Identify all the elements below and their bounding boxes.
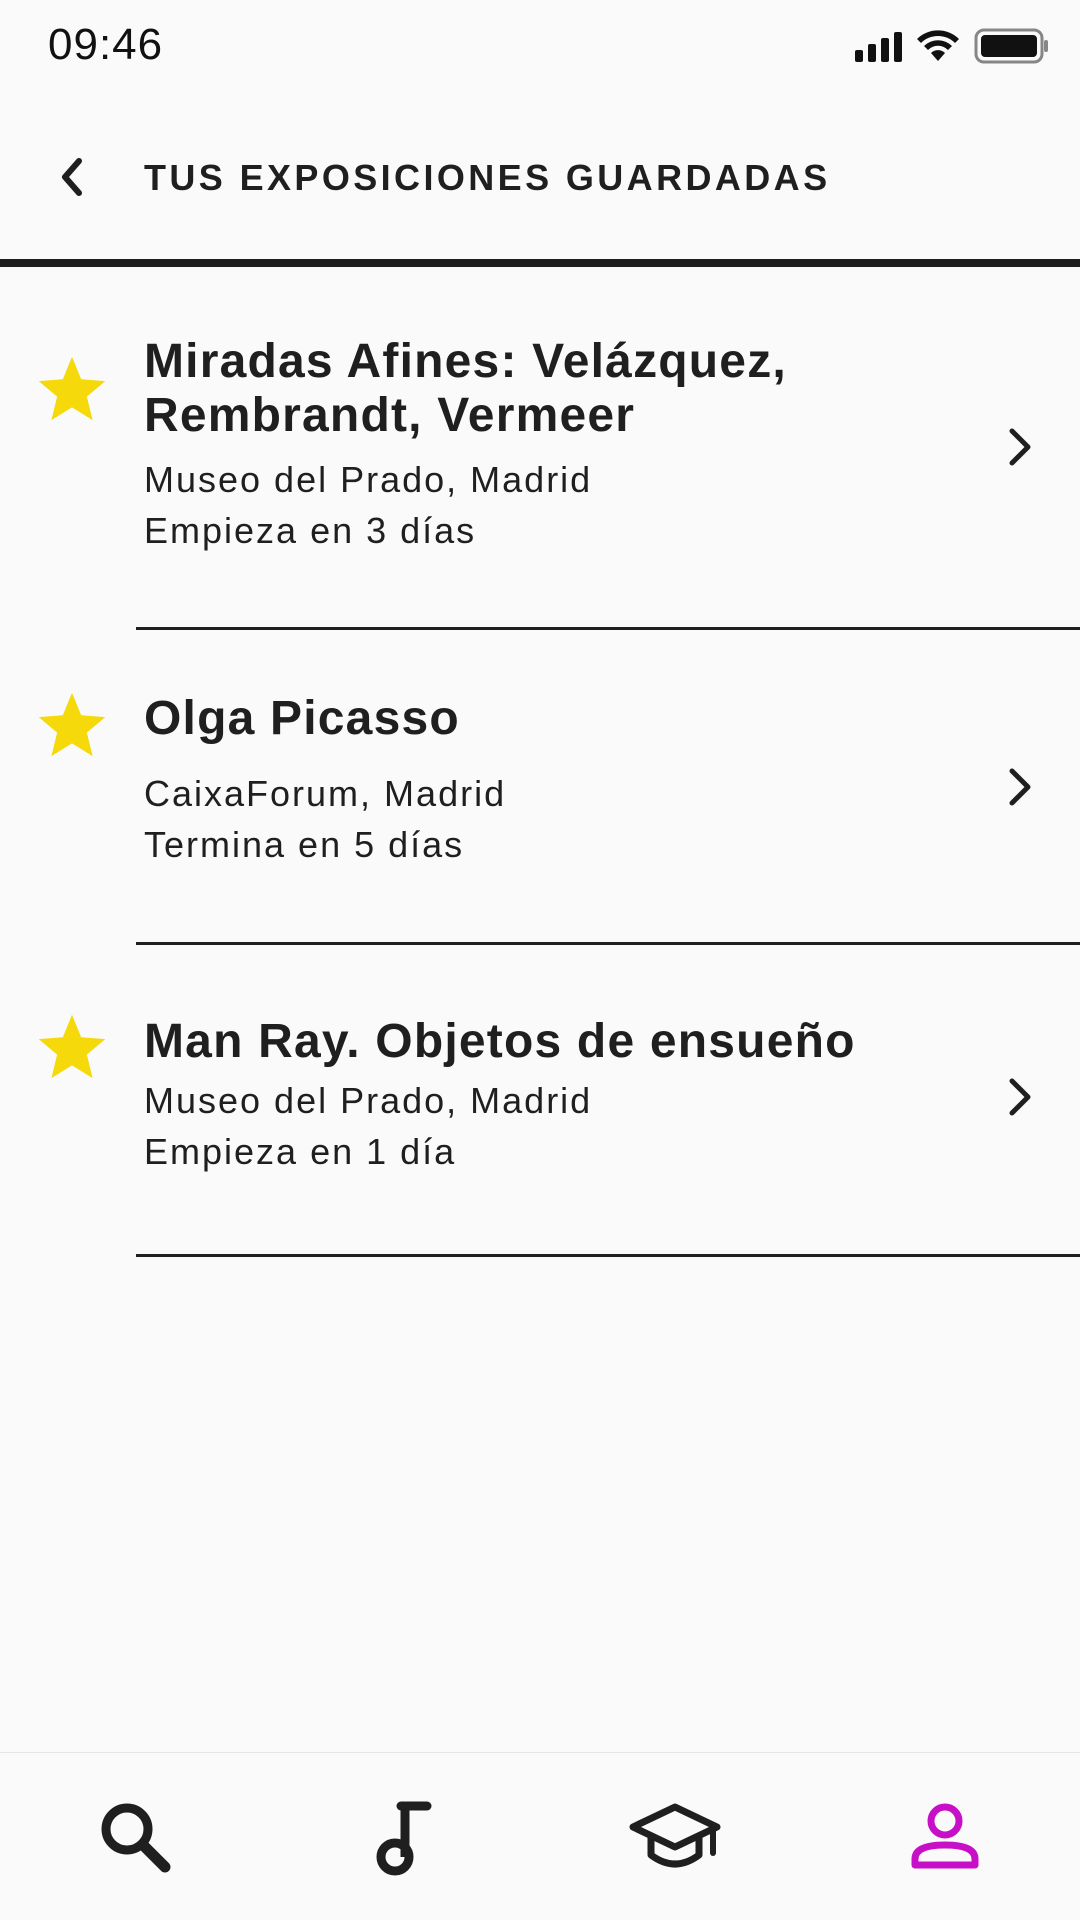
bottom-nav [0,1752,1080,1920]
saved-exhibitions-list: Miradas Afines: Velázquez, Rembrandt, Ve… [0,267,1080,1257]
list-divider [136,1254,1080,1257]
battery-icon [974,28,1048,64]
list-item[interactable]: Olga Picasso CaixaForum, Madrid Termina … [0,630,1080,945]
music-note-icon [376,1801,432,1876]
star-icon[interactable] [34,688,110,764]
header: TUS EXPOSICIONES GUARDADAS [0,95,1080,262]
exhibition-title: Olga Picasso [144,692,460,745]
user-icon [911,1803,979,1869]
back-button[interactable] [40,145,104,209]
exhibition-venue: CaixaForum, Madrid [144,773,507,814]
exhibition-venue: Museo del Prado, Madrid [144,1080,593,1121]
chevron-right-icon [1009,768,1031,806]
search-icon [101,1803,171,1873]
exhibition-status: Termina en 5 días [144,824,465,865]
exhibition-title: Man Ray. Objetos de ensueño [144,1015,856,1068]
exhibition-title: Miradas Afines: Velázquez, Rembrandt, Ve… [144,335,787,442]
page-title: TUS EXPOSICIONES GUARDADAS [144,157,831,198]
nav-profile[interactable] [810,1753,1080,1920]
header-divider [0,259,1080,267]
exhibition-status: Empieza en 1 día [144,1131,457,1172]
star-icon[interactable] [34,352,110,428]
star-icon[interactable] [34,1010,110,1086]
exhibition-status: Empieza en 3 días [144,510,477,551]
status-icons [855,28,1050,64]
nav-learn[interactable] [540,1753,810,1920]
wifi-icon [917,30,959,61]
graduation-cap-icon [629,1803,721,1868]
cellular-signal-icon [855,30,902,62]
chevron-right-icon [1009,428,1031,466]
exhibition-venue: Museo del Prado, Madrid [144,459,593,500]
chevron-left-icon [62,158,82,196]
status-bar: 09:46 [0,0,1080,95]
status-time: 09:46 [48,20,164,69]
nav-audio[interactable] [270,1753,540,1920]
chevron-right-icon [1009,1078,1031,1116]
list-item[interactable]: Miradas Afines: Velázquez, Rembrandt, Ve… [0,267,1080,630]
nav-search[interactable] [0,1753,270,1920]
list-item[interactable]: Man Ray. Objetos de ensueño Museo del Pr… [0,945,1080,1257]
saved-exhibitions-screen: 09:46 TUS EXPOSICIONES GUARDADAS Miradas… [0,0,1080,1920]
